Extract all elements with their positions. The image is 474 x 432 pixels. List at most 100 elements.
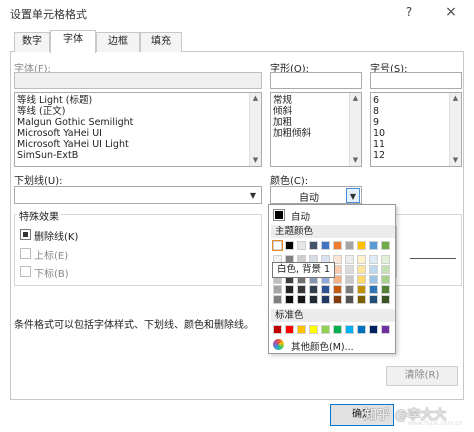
list-item[interactable]: Microsoft YaHei UI Light [15, 139, 261, 150]
theme-color-swatch[interactable] [381, 241, 390, 250]
theme-shade-swatch[interactable] [369, 255, 378, 264]
theme-shade-swatch[interactable] [369, 275, 378, 284]
theme-shade-swatch[interactable] [381, 265, 390, 274]
theme-color-swatch[interactable] [357, 241, 366, 250]
theme-shade-swatch[interactable] [357, 285, 366, 294]
list-item[interactable]: Malgun Gothic Semilight [15, 117, 261, 128]
scroll-up-icon[interactable]: ▲ [450, 93, 461, 104]
tab-border[interactable]: 边框 [96, 32, 140, 52]
theme-shade-swatch[interactable] [345, 255, 354, 264]
tab-fill[interactable]: 填充 [140, 32, 182, 52]
standard-color-swatch[interactable] [357, 325, 366, 334]
theme-shade-swatch[interactable] [381, 255, 390, 264]
auto-color-swatch[interactable] [273, 209, 285, 221]
standard-color-swatch[interactable] [345, 325, 354, 334]
theme-shade-swatch[interactable] [369, 295, 378, 304]
list-item[interactable]: SimSun-ExtB [15, 150, 261, 161]
chevron-down-icon[interactable]: ▼ [246, 188, 260, 203]
theme-shade-swatch[interactable] [273, 285, 282, 294]
theme-shade-swatch[interactable] [357, 255, 366, 264]
theme-shade-swatch[interactable] [381, 295, 390, 304]
underline-select[interactable]: ▼ [14, 186, 262, 204]
theme-color-swatch[interactable] [309, 241, 318, 250]
standard-color-swatch[interactable] [333, 325, 342, 334]
list-item[interactable]: 9 [371, 117, 461, 128]
auto-color-label[interactable]: 自动 [291, 209, 310, 223]
theme-shade-swatch[interactable] [273, 295, 282, 304]
list-item[interactable]: 加粗 [271, 117, 361, 128]
font-input[interactable] [14, 72, 262, 89]
chevron-down-icon[interactable]: ▼ [346, 188, 360, 203]
tab-number[interactable]: 数字 [14, 32, 50, 52]
standard-color-swatch[interactable] [285, 325, 294, 334]
tab-strip: 数字 字体 边框 填充 [10, 30, 464, 53]
list-item[interactable]: 10 [371, 128, 461, 139]
scroll-down-icon[interactable]: ▼ [350, 155, 361, 166]
size-list[interactable]: 6 8 9 10 11 12 ▲ ▼ [370, 92, 462, 167]
theme-shade-swatch[interactable] [285, 295, 294, 304]
theme-shade-swatch[interactable] [345, 285, 354, 294]
list-item[interactable]: 12 [371, 150, 461, 161]
standard-color-swatch[interactable] [381, 325, 390, 334]
style-list[interactable]: 常规 倾斜 加粗 加粗倾斜 ▲ ▼ [270, 92, 362, 167]
list-item[interactable]: 加粗倾斜 [271, 128, 361, 139]
standard-color-swatch[interactable] [321, 325, 330, 334]
theme-color-swatch[interactable] [333, 241, 342, 250]
tab-font[interactable]: 字体 [50, 30, 96, 53]
strikethrough-label[interactable]: 删除线(K) [34, 228, 78, 243]
theme-shade-swatch[interactable] [333, 295, 342, 304]
theme-shade-swatch[interactable] [381, 275, 390, 284]
theme-shade-swatch[interactable] [369, 285, 378, 294]
list-item[interactable]: 倾斜 [271, 106, 361, 117]
list-item[interactable]: 等线 (正文) [15, 106, 261, 117]
font-list[interactable]: 等线 Light (标题) 等线 (正文) Malgun Gothic Semi… [14, 92, 262, 167]
theme-color-swatch[interactable] [272, 240, 283, 251]
theme-color-swatch[interactable] [285, 241, 294, 250]
standard-color-swatch[interactable] [297, 325, 306, 334]
scroll-up-icon[interactable]: ▲ [250, 93, 261, 104]
theme-shade-swatch[interactable] [297, 295, 306, 304]
list-item[interactable]: 常规 [271, 95, 361, 106]
style-input[interactable] [270, 72, 362, 89]
theme-color-swatch[interactable] [297, 241, 306, 250]
theme-shade-swatch[interactable] [333, 285, 342, 294]
list-item[interactable]: 8 [371, 106, 461, 117]
list-item[interactable]: Microsoft YaHei UI [15, 128, 261, 139]
size-list-scrollbar[interactable]: ▲ ▼ [449, 93, 461, 166]
theme-shade-swatch[interactable] [357, 295, 366, 304]
theme-color-swatch[interactable] [369, 241, 378, 250]
color-select[interactable]: 自动 ▼ [270, 186, 362, 204]
theme-shade-swatch[interactable] [345, 295, 354, 304]
theme-shade-swatch[interactable] [369, 265, 378, 274]
size-input[interactable] [370, 72, 462, 89]
theme-shade-swatch[interactable] [321, 295, 330, 304]
theme-shade-swatch[interactable] [345, 265, 354, 274]
standard-color-swatch[interactable] [273, 325, 282, 334]
font-list-scrollbar[interactable]: ▲ ▼ [249, 93, 261, 166]
help-button[interactable]: ? [402, 4, 416, 20]
theme-shade-swatch[interactable] [309, 295, 318, 304]
standard-color-swatch[interactable] [369, 325, 378, 334]
strikethrough-checkbox[interactable] [20, 229, 31, 240]
scroll-down-icon[interactable]: ▼ [450, 155, 461, 166]
list-item[interactable]: 11 [371, 139, 461, 150]
style-list-scrollbar[interactable]: ▲ ▼ [349, 93, 361, 166]
list-item[interactable]: 6 [371, 95, 461, 106]
scroll-down-icon[interactable]: ▼ [250, 155, 261, 166]
theme-shade-swatch[interactable] [321, 285, 330, 294]
list-item[interactable]: 等线 Light (标题) [15, 95, 261, 106]
more-colors-link[interactable]: 其他颜色(M)... [291, 339, 354, 353]
theme-shade-swatch[interactable] [297, 285, 306, 294]
theme-shade-swatch[interactable] [345, 275, 354, 284]
clear-button[interactable]: 清除(R) [386, 366, 458, 386]
standard-color-swatch[interactable] [309, 325, 318, 334]
theme-shade-swatch[interactable] [357, 275, 366, 284]
theme-color-swatch[interactable] [345, 241, 354, 250]
theme-shade-swatch[interactable] [357, 265, 366, 274]
scroll-up-icon[interactable]: ▲ [350, 93, 361, 104]
theme-shade-swatch[interactable] [309, 285, 318, 294]
close-button[interactable]: × [442, 3, 460, 21]
theme-shade-swatch[interactable] [285, 285, 294, 294]
theme-shade-swatch[interactable] [381, 285, 390, 294]
theme-color-swatch[interactable] [321, 241, 330, 250]
